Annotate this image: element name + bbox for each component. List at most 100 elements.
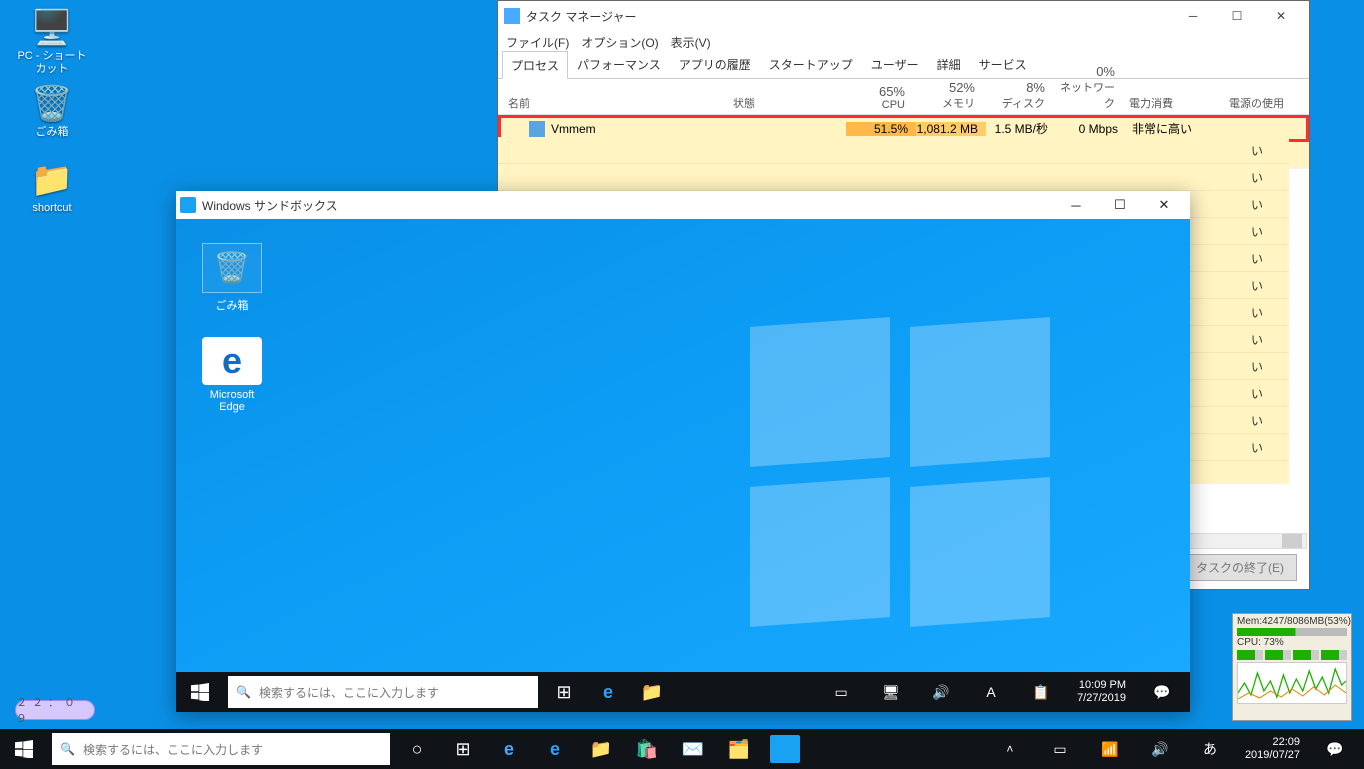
folder-icon: 📁 <box>32 160 72 200</box>
sysmon-mem-text: Mem:4247/8086MB(53%) <box>1237 616 1347 627</box>
task-manager-tabs: プロセス パフォーマンス アプリの履歴 スタートアップ ユーザー 詳細 サービス <box>498 53 1309 79</box>
host-tray-tablet-icon[interactable]: ▭ <box>1037 729 1083 769</box>
col-network[interactable]: 0%ネットワーク <box>1053 64 1123 111</box>
menu-file[interactable]: ファイル(F) <box>506 34 569 51</box>
close-button[interactable]: ✕ <box>1142 192 1186 218</box>
host-file-explorer-taskbar[interactable]: 📁 <box>578 729 624 769</box>
tab-startup[interactable]: スタートアップ <box>760 50 862 78</box>
sandbox-ime-indicator[interactable]: A <box>969 672 1013 712</box>
sandbox-recycle-bin[interactable]: 🗑️ ごみ箱 <box>194 243 270 319</box>
host-store-taskbar[interactable]: 🛍️ <box>624 729 670 769</box>
tab-processes[interactable]: プロセス <box>502 51 568 79</box>
desktop-icon-label: ごみ箱 <box>216 297 249 313</box>
cell-cpu: 51.5% <box>846 122 916 136</box>
task-manager-column-headers: 名前 状態 65%CPU 52%メモリ 8%ディスク 0%ネットワーク 電力消費… <box>498 79 1309 115</box>
sandbox-taskbar: 🔍 検索するには、ここに入力します ⊞ e 📁 ▭ 🖥 🔊 A 📋 10:09 … <box>176 672 1190 712</box>
tab-users[interactable]: ユーザー <box>862 50 928 78</box>
task-manager-title-text: タスク マネージャー <box>526 8 637 25</box>
host-ime-indicator[interactable]: あ <box>1187 729 1233 769</box>
host-tray-wifi-icon[interactable]: 📶 <box>1087 729 1133 769</box>
sandbox-start-button[interactable] <box>176 672 224 712</box>
minimize-button[interactable]: ─ <box>1054 192 1098 218</box>
maximize-button[interactable]: ☐ <box>1098 192 1142 218</box>
sandbox-tray-network-icon[interactable]: 🖥 <box>869 672 913 712</box>
host-clock-time: 22:09 <box>1245 736 1300 749</box>
search-icon: 🔍 <box>60 742 75 756</box>
host-task-view-button[interactable]: ⊞ <box>440 729 486 769</box>
edge-icon: e <box>222 340 242 382</box>
task-manager-titlebar[interactable]: タスク マネージャー ─ ☐ ✕ <box>498 1 1309 31</box>
sandbox-clock[interactable]: 10:09 PM 7/27/2019 <box>1069 679 1134 705</box>
system-monitor-widget[interactable]: Mem:4247/8086MB(53%) CPU: 73% <box>1232 613 1352 721</box>
host-cortana-button[interactable]: ○ <box>394 729 440 769</box>
tab-app-history[interactable]: アプリの履歴 <box>670 50 760 78</box>
sandbox-search-placeholder: 検索するには、ここに入力します <box>259 684 439 701</box>
process-name: Vmmem <box>551 122 596 136</box>
host-clock[interactable]: 22:09 2019/07/27 <box>1237 736 1308 762</box>
minimize-button[interactable]: ─ <box>1171 2 1215 30</box>
host-mail-taskbar[interactable]: ✉️ <box>670 729 716 769</box>
sandbox-tray-more-icon[interactable]: 📋 <box>1019 672 1063 712</box>
desktop-icon-label: Microsoft <box>210 389 255 401</box>
desktop-icon-recycle-bin[interactable]: 🗑️ ごみ箱 <box>14 84 90 160</box>
host-search-placeholder: 検索するには、ここに入力します <box>83 741 263 758</box>
sandbox-icon <box>180 197 196 213</box>
sandbox-clock-date: 7/27/2019 <box>1077 692 1126 705</box>
tab-services[interactable]: サービス <box>970 50 1036 78</box>
sysmon-graph <box>1237 662 1347 704</box>
desktop-icon-pc-shortcut[interactable]: 🖥️ PC - ショートカット <box>14 8 90 84</box>
tab-performance[interactable]: パフォーマンス <box>568 50 670 78</box>
tab-details[interactable]: 詳細 <box>928 50 970 78</box>
sandbox-tray-volume-icon[interactable]: 🔊 <box>919 672 963 712</box>
sandbox-tray-tablet-icon[interactable]: ▭ <box>819 672 863 712</box>
col-power[interactable]: 電力消費 <box>1123 83 1223 111</box>
host-taskbar-right: ˄ ▭ 📶 🔊 あ 22:09 2019/07/27 💬 <box>987 729 1364 769</box>
host-app-taskbar[interactable]: 🗂️ <box>716 729 762 769</box>
obscured-row: い <box>498 164 1289 191</box>
menu-view[interactable]: 表示(V) <box>671 34 711 51</box>
close-button[interactable]: ✕ <box>1259 2 1303 30</box>
menu-options[interactable]: オプション(O) <box>581 34 658 51</box>
col-memory[interactable]: 52%メモリ <box>913 80 983 111</box>
host-search-box[interactable]: 🔍 検索するには、ここに入力します <box>52 733 390 765</box>
sandbox-search-box[interactable]: 🔍 検索するには、ここに入力します <box>228 676 538 708</box>
monitor-icon: 🖥️ <box>32 8 72 48</box>
col-name[interactable]: 名前 <box>498 95 733 111</box>
col-state[interactable]: 状態 <box>733 95 843 111</box>
host-desktop-icons: 🖥️ PC - ショートカット 🗑️ ごみ箱 📁 shortcut <box>14 8 94 236</box>
host-ie-taskbar[interactable]: e <box>486 729 532 769</box>
host-sandbox-taskbar[interactable] <box>770 735 800 763</box>
col-power-use[interactable]: 電源の使用 <box>1223 83 1309 111</box>
col-disk[interactable]: 8%ディスク <box>983 80 1053 111</box>
sandbox-task-view-button[interactable]: ⊞ <box>542 672 586 712</box>
host-tray-chevron-icon[interactable]: ˄ <box>987 729 1033 769</box>
recycle-bin-icon: 🗑️ <box>213 251 250 286</box>
windows-icon <box>15 740 33 758</box>
cell-network: 0 Mbps <box>1056 122 1126 136</box>
sandbox-action-center-icon[interactable]: 💬 <box>1140 672 1184 712</box>
desktop-clock-widget: ２２：０９ <box>15 700 95 720</box>
windows-icon <box>191 683 209 701</box>
sandbox-titlebar[interactable]: Windows サンドボックス ─ ☐ ✕ <box>176 191 1190 219</box>
sandbox-file-explorer[interactable]: 📁 <box>630 672 674 712</box>
scrollbar-thumb[interactable] <box>1282 534 1302 548</box>
desktop-icon-shortcut-folder[interactable]: 📁 shortcut <box>14 160 90 236</box>
host-tray-volume-icon[interactable]: 🔊 <box>1137 729 1183 769</box>
sandbox-desktop[interactable]: 🗑️ ごみ箱 e Microsoft Edge 🔍 検索するには、ここに入力しま… <box>176 219 1190 712</box>
host-edge-taskbar[interactable]: e <box>532 729 578 769</box>
process-icon <box>529 121 545 137</box>
host-action-center-icon[interactable]: 💬 <box>1312 729 1358 769</box>
host-taskbar: 🔍 検索するには、ここに入力します ○ ⊞ e e 📁 🛍️ ✉️ 🗂️ ˄ ▭… <box>0 729 1364 769</box>
sandbox-edge-taskbar[interactable]: e <box>586 672 630 712</box>
sandbox-clock-time: 10:09 PM <box>1077 679 1126 692</box>
end-task-button[interactable]: タスクの終了(E) <box>1183 554 1297 581</box>
recycle-bin-icon: 🗑️ <box>32 84 72 124</box>
host-start-button[interactable] <box>0 729 48 769</box>
col-cpu[interactable]: 65%CPU <box>843 84 913 111</box>
maximize-button[interactable]: ☐ <box>1215 2 1259 30</box>
desktop-icon-label: PC - ショートカット <box>14 50 90 76</box>
sandbox-title-text: Windows サンドボックス <box>202 197 338 214</box>
sandbox-edge-shortcut[interactable]: e Microsoft Edge <box>194 337 270 413</box>
cell-memory: 1,081.2 MB <box>916 122 986 136</box>
cell-disk: 1.5 MB/秒 <box>986 120 1056 137</box>
